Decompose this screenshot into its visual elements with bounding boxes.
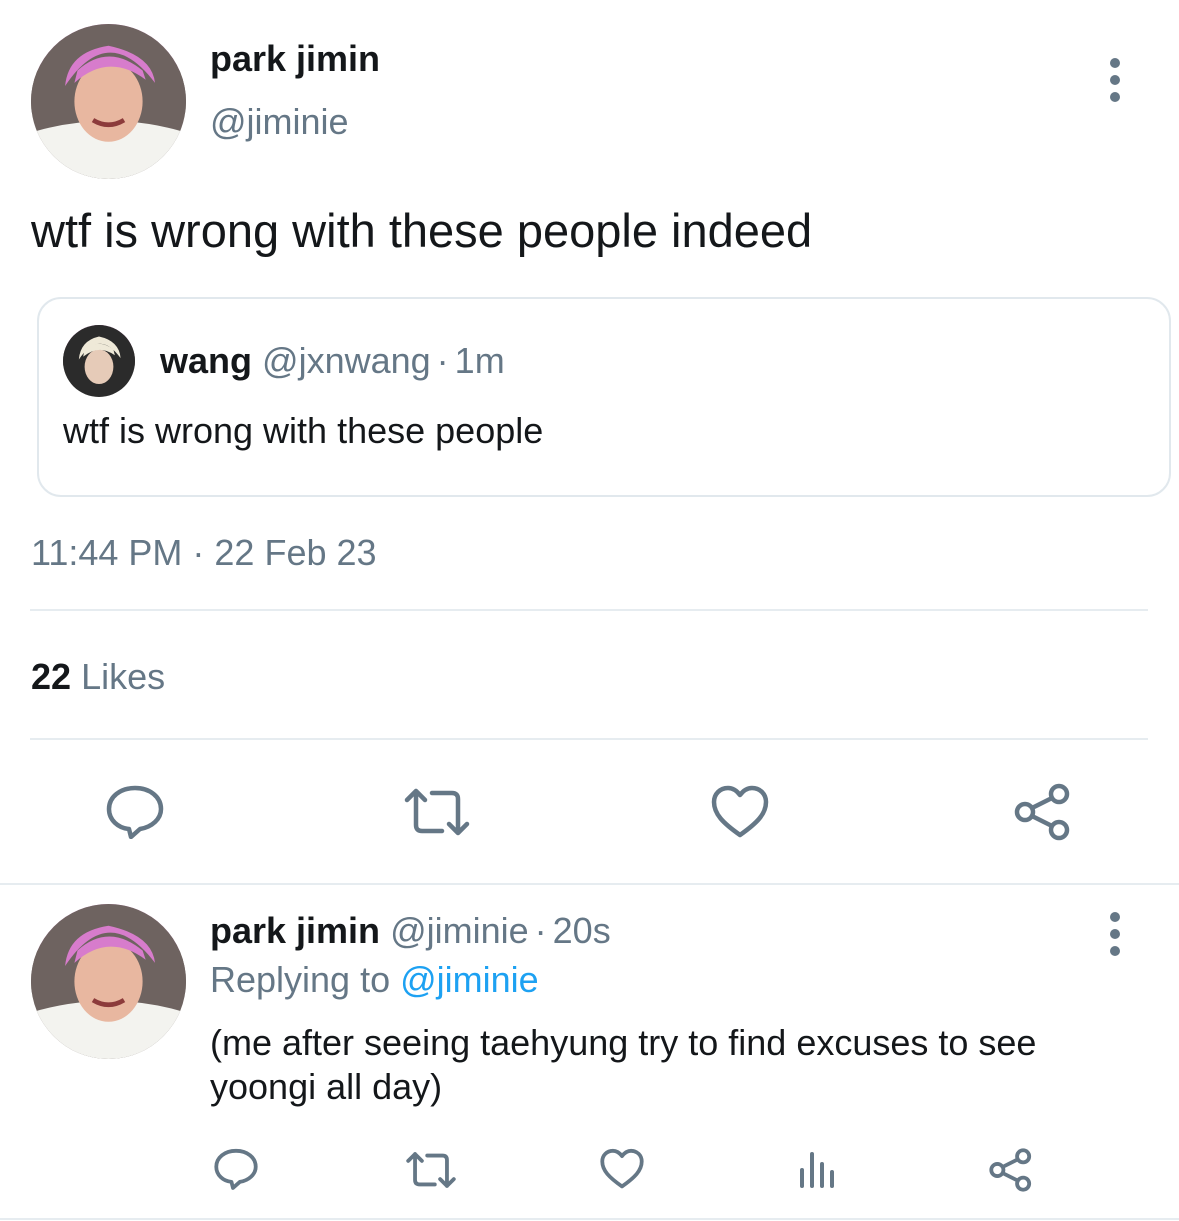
- reply-reply-icon[interactable]: [214, 1148, 258, 1190]
- reply-analytics-icon[interactable]: [798, 1150, 836, 1190]
- reply-time: 20s: [552, 910, 611, 951]
- bottom-divider: [0, 1218, 1179, 1220]
- quoted-author-name: wang: [160, 340, 253, 381]
- divider: [0, 883, 1179, 885]
- avatar-image: [31, 24, 186, 179]
- share-icon[interactable]: [1013, 783, 1073, 841]
- likes-summary[interactable]: 22 Likes: [31, 656, 165, 698]
- quoted-tweet-text: wtf is wrong with these people: [63, 410, 544, 451]
- tweet-text: wtf is wrong with these people indeed: [31, 204, 813, 257]
- reply-avatar-image: [31, 904, 186, 1059]
- author-avatar[interactable]: [31, 24, 186, 179]
- tweet-timestamp: 11:44 PM · 22 Feb 23: [31, 532, 377, 573]
- reply-text-line-2: yoongi all day): [210, 1066, 443, 1107]
- quoted-tweet-card[interactable]: [37, 297, 1171, 497]
- reply-author-handle[interactable]: @jiminie: [390, 910, 529, 951]
- retweet-icon[interactable]: [403, 787, 471, 837]
- replying-to-label: Replying to: [210, 959, 391, 1000]
- quoted-avatar-image: [63, 325, 135, 397]
- reply-text-line-1: (me after seeing taehyung try to find ex…: [210, 1022, 1037, 1063]
- quoted-separator: ·: [436, 340, 449, 381]
- likes-label: Likes: [81, 656, 166, 697]
- reply-separator: ·: [534, 910, 547, 951]
- reply-like-icon[interactable]: [600, 1148, 644, 1190]
- reply-author-name[interactable]: park jimin: [210, 910, 380, 951]
- reply-icon[interactable]: [106, 785, 164, 839]
- likes-count: 22: [31, 656, 72, 697]
- replying-to-handle-link[interactable]: @jiminie: [400, 959, 539, 1000]
- divider: [30, 609, 1148, 611]
- quoted-author-handle: @jxnwang: [262, 340, 431, 381]
- author-handle[interactable]: @jiminie: [210, 101, 349, 143]
- reply-retweet-icon[interactable]: [405, 1151, 457, 1189]
- reply-author-avatar[interactable]: [31, 904, 186, 1059]
- reply-share-icon[interactable]: [988, 1148, 1034, 1192]
- divider: [30, 738, 1148, 740]
- reply-more-options-icon[interactable]: [1108, 912, 1122, 956]
- quoted-author-avatar: [63, 325, 135, 397]
- quoted-time: 1m: [454, 340, 505, 381]
- like-icon[interactable]: [711, 785, 769, 839]
- more-options-icon[interactable]: [1108, 58, 1122, 102]
- author-name[interactable]: park jimin: [210, 38, 380, 80]
